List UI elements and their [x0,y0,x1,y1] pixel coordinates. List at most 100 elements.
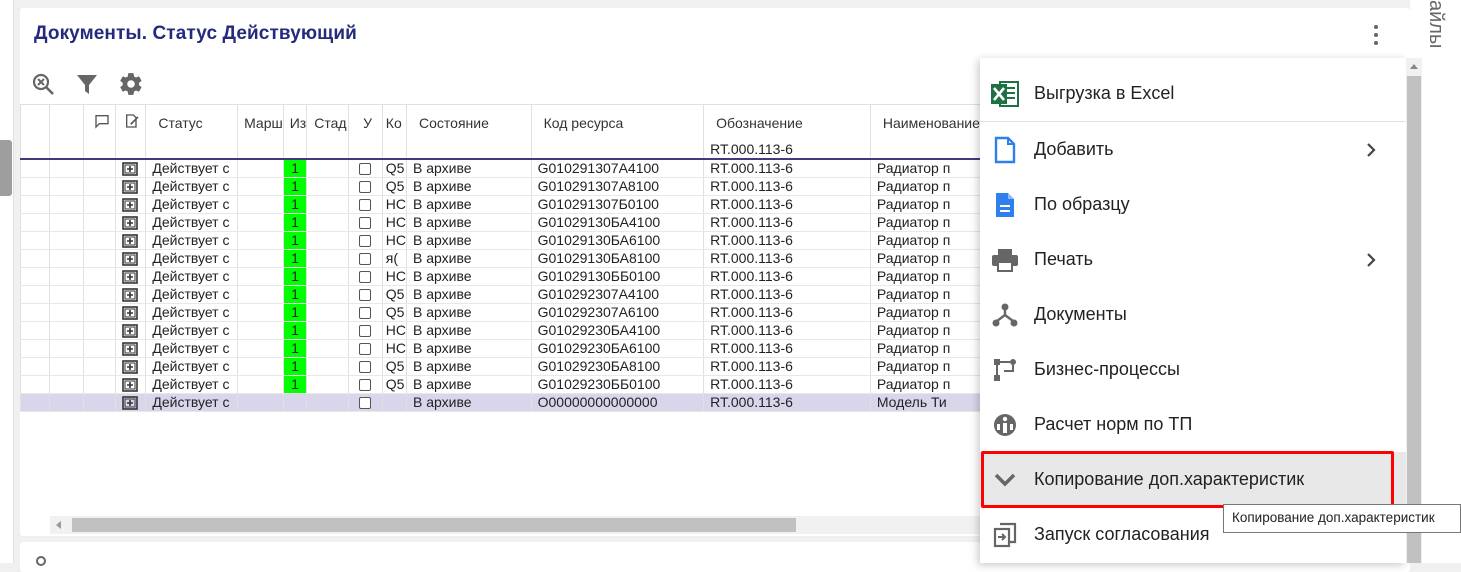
table-row[interactable]: Действует с 1 НС В архиве G01029230БА4100 RT.… [20,321,980,340]
open-card-icon[interactable] [114,393,146,412]
row-select-cell[interactable] [20,357,50,376]
open-card-icon[interactable] [114,303,146,322]
scrollbar-thumb[interactable] [72,518,796,532]
col-header-status[interactable]: Статус [145,104,238,141]
table-row[interactable]: Действует с 1 Q5 В архиве G010292307A6100 RT.… [20,303,980,322]
table-row[interactable]: Действует с 1 НС В архиве G01029130ББ0100 RT.… [20,267,980,286]
table-row[interactable]: Действует с 1 НС В архиве G01029130БА6100 RT.… [20,231,980,250]
col-header-route[interactable]: Марш [237,104,284,141]
row-checkbox[interactable] [348,213,383,232]
filter-designation[interactable]: RT.000.113-6 [703,140,871,160]
open-card-icon[interactable] [114,285,146,304]
row-checkbox[interactable] [348,357,383,376]
menu-item-add[interactable]: Добавить [980,122,1406,177]
files-tab-label[interactable]: айлы [1424,0,1447,48]
open-card-icon[interactable] [114,321,146,340]
row-select-cell[interactable] [20,249,50,268]
row-select-cell[interactable] [20,339,50,358]
cell-designation: RT.000.113-6 [703,195,871,214]
menu-item-documents[interactable]: Документы [980,287,1406,342]
menu-item-label: Расчет норм по ТП [1034,414,1193,434]
table-row[interactable]: Действует с 1 Q5 В архиве G01029230БА8100 RT.… [20,357,980,376]
row-checkbox[interactable] [348,177,383,196]
cell-flag: 1 [282,357,307,376]
col-header-comment[interactable] [82,104,116,141]
menu-item-print[interactable]: Печать [980,232,1406,287]
scrollbar-thumb[interactable] [1407,76,1421,563]
menu-item-export-excel[interactable]: Выгрузка в Excel [980,66,1406,121]
cell-designation: RT.000.113-6 [703,357,871,376]
row-checkbox[interactable] [348,339,383,358]
table-row[interactable]: Действует с В архиве O00000000000000 RT.000… [20,393,980,412]
open-card-icon[interactable] [114,213,146,232]
col-header-ko[interactable]: Ко [381,104,407,141]
row-select-cell[interactable] [20,213,50,232]
row-checkbox[interactable] [348,321,383,340]
open-card-icon[interactable] [114,339,146,358]
row-select-cell[interactable] [20,321,50,340]
row-select-cell[interactable] [20,195,50,214]
top-strip [0,0,1461,8]
open-card-icon[interactable] [114,177,146,196]
row-select-cell[interactable] [20,231,50,250]
horizontal-scrollbar[interactable] [50,516,980,534]
cell-resource-code: O00000000000000 [530,393,704,412]
col-header-iz[interactable]: Из [282,104,307,141]
left-resize-handle[interactable] [0,140,12,196]
row-checkbox[interactable] [348,285,383,304]
page-title: Документы. Статус Действующий [34,23,357,44]
cell-state: В архиве [406,158,532,178]
row-checkbox[interactable] [348,303,383,322]
row-select-cell[interactable] [20,375,50,394]
open-card-icon[interactable] [114,231,146,250]
row-checkbox[interactable] [348,267,383,286]
open-card-icon[interactable] [114,267,146,286]
col-header-blank[interactable] [49,104,84,141]
scroll-left-icon[interactable] [56,521,61,529]
table-row[interactable]: Действует с 1 Q5 В архиве G01029230ББ0100 RT.… [20,375,980,394]
row-checkbox[interactable] [348,375,383,394]
open-card-icon[interactable] [114,357,146,376]
row-select-cell[interactable] [20,267,50,286]
row-select-cell[interactable] [20,393,50,412]
menu-item-business-processes[interactable]: Бизнес-процессы [980,342,1406,397]
open-card-icon[interactable] [114,158,146,178]
col-header-resource-code[interactable]: Код ресурса [530,104,704,141]
row-select-cell[interactable] [20,158,50,178]
more-menu-button[interactable] [1368,22,1384,48]
table-row[interactable]: Действует с 1 НС В архиве G01029130БА4100 RT.… [20,213,980,232]
row-checkbox[interactable] [348,195,383,214]
menu-item-norm-calculation[interactable]: Расчет норм по ТП [980,397,1406,452]
menu-vertical-scrollbar[interactable] [1406,58,1422,563]
col-header-state[interactable]: Состояние [406,104,532,141]
col-header-edit[interactable] [114,104,146,141]
open-card-icon[interactable] [114,195,146,214]
col-header-select[interactable] [20,104,50,141]
scroll-up-icon[interactable] [1410,64,1418,69]
table-row[interactable]: Действует с 1 Q5 В архиве G010291307A8100 RT.… [20,177,980,196]
row-checkbox[interactable] [348,231,383,250]
filter-icon[interactable] [72,69,102,99]
col-header-designation[interactable]: Обозначение [703,104,871,141]
open-card-icon[interactable] [114,375,146,394]
table-row[interactable]: Действует с 1 я(В архиве G01029130БА8100 RT.… [20,249,980,268]
row-select-cell[interactable] [20,285,50,304]
table-row[interactable]: Действует с 1 НС В архиве G01029230БА6100 RT.… [20,339,980,358]
menu-item-by-sample[interactable]: По образцу [980,177,1406,232]
calculation-icon [990,410,1020,440]
zoom-reset-icon[interactable] [28,69,58,99]
row-checkbox[interactable] [348,393,383,412]
table-row[interactable]: Действует с 1 Q5 В архиве G010292307A4100 RT.… [20,285,980,304]
row-checkbox[interactable] [348,158,383,178]
cell-name: Радиатор п [869,249,980,268]
col-header-stage[interactable]: Стад [306,104,349,141]
table-row[interactable]: Действует с 1 Q5 В архиве G010291307A4100 RT.… [20,158,980,178]
row-select-cell[interactable] [20,303,50,322]
row-checkbox[interactable] [348,249,383,268]
table-row[interactable]: Действует с 1 НС В архиве G010291307Б0100 RT.… [20,195,980,214]
open-card-icon[interactable] [114,249,146,268]
row-select-cell[interactable] [20,177,50,196]
col-header-u[interactable]: У [348,104,383,141]
gear-icon[interactable] [116,69,146,99]
col-header-name[interactable]: Наименование [869,104,980,141]
